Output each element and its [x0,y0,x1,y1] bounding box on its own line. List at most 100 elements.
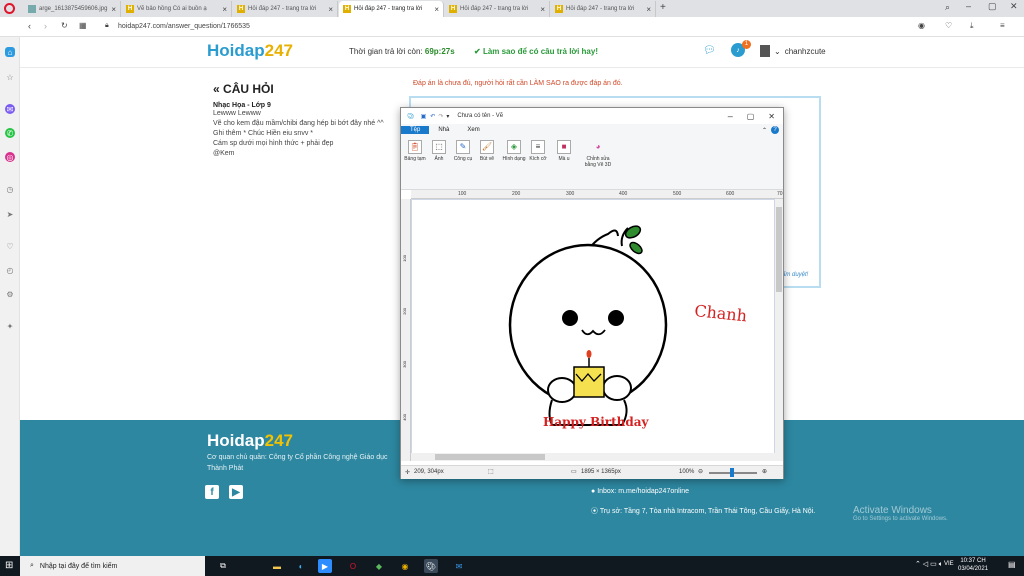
tab-home[interactable]: Nhà [429,126,458,134]
close-icon[interactable]: × [222,5,227,14]
opera-sidebar: ⌂ ☆ ✉ ✆ ◎ ◷ ➤ ♡ ◴ ⚙ ✦ [0,37,20,556]
zoom-out-icon[interactable]: ⊖ [698,468,703,475]
app-green-icon[interactable]: ◆ [372,559,386,573]
minimize-icon[interactable]: – [728,111,733,121]
youtube-icon[interactable]: ▶ [229,485,243,499]
heart-icon[interactable]: ♡ [945,21,952,30]
ruler-tick: 300 [566,191,575,197]
zoom-app-icon[interactable]: ▶ [318,559,332,573]
browser-tab[interactable]: H Hỏi đáp 247 - trang tra lời × [233,1,338,17]
reload-icon[interactable]: ↻ [61,21,68,30]
notification-center-icon[interactable]: ▤ [1008,560,1016,569]
messenger-icon[interactable]: ✉ [5,104,15,114]
task-view-icon[interactable]: ⧉ [216,559,230,573]
browser-tab-active[interactable]: H Hỏi đáp 247 - trang tra lời × [339,1,444,17]
file-explorer-icon[interactable]: ▬ [270,559,284,573]
footer-inbox[interactable]: ● Inbox: m.me/hoidap247online [591,488,689,495]
camera-icon[interactable]: ◉ [918,21,925,30]
instagram-icon[interactable]: ◎ [5,152,15,162]
howto-link[interactable]: ✔ Làm sao để có câu trả lời hay! [474,47,598,56]
double-chevron-left-icon[interactable]: « [213,82,220,96]
browser-tab[interactable]: arge_1613875459606.jpg × [24,1,121,17]
settings-icon[interactable]: ⚙ [5,289,15,299]
chrome-icon[interactable]: ◉ [398,559,412,573]
tab-title: Hỏi đáp 247 - trang tra lời [460,6,529,12]
site-logo[interactable]: Hoidap247 [207,41,293,61]
minimize-icon[interactable]: – [966,1,971,11]
tab-title: Vẽ bảo hồng Có ai buồn ạ [137,6,207,12]
url-field[interactable]: hoidap247.com/answer_question/1766535 [118,23,250,30]
language-indicator[interactable]: VIE [944,561,954,567]
horizontal-scrollbar[interactable] [411,453,775,461]
windows-start-icon[interactable]: ⊞ [5,560,17,572]
ruler-tick: 200 [512,191,521,197]
answer-timer: Thời gian trả lời còn: 69p:27s [349,47,455,56]
cursor-position: 209, 304px [414,469,444,475]
browser-tab[interactable]: H Hỏi đáp 247 - trang tra lời × [445,1,550,17]
close-icon[interactable]: × [328,5,333,14]
brush-button[interactable]: 🖌︎ Bút vẽ [475,140,499,162]
footer-logo[interactable]: Hoidap247 [207,431,293,451]
opera-icon[interactable]: O [346,559,360,573]
clipboard-button[interactable]: 📋︎ Bảng tạm [403,140,427,162]
tools-button[interactable]: ✎ Công cụ [451,140,475,162]
close-icon[interactable]: ✕ [1010,1,1018,12]
tab-title: Hỏi đáp 247 - trang tra lời [354,6,423,12]
speed-dial-icon[interactable]: ▦ [79,21,87,30]
user-menu[interactable]: ⌄ chanhzcute [760,45,826,57]
paint-taskbar-icon[interactable]: 🎨︎ [424,559,438,573]
zoom-in-icon[interactable]: ⊕ [762,468,767,475]
bulb-icon[interactable]: ✦ [5,321,15,331]
whatsapp-icon[interactable]: ✆ [5,128,15,138]
close-icon[interactable]: × [111,5,116,14]
scroll-thumb[interactable] [776,207,782,292]
player-icon[interactable]: ◷ [5,184,15,194]
close-icon[interactable]: × [540,5,545,14]
close-icon[interactable]: × [434,5,439,14]
facebook-icon[interactable]: f [205,485,219,499]
ribbon-label: Ảnh [434,156,444,162]
undo-icon[interactable]: ↶ [430,113,435,120]
quick-access-dropdown-icon[interactable]: ▾ [446,113,449,120]
collapse-ribbon-icon[interactable]: ⌃ [762,127,767,134]
drawing-canvas[interactable]: Happy Birthday Chanh [412,200,774,453]
messenger-app-icon[interactable]: ✉ [452,559,466,573]
scroll-thumb[interactable] [435,454,545,460]
zoom-slider-thumb[interactable] [730,468,734,477]
size-button[interactable]: ≡ Kích cỡ [526,140,550,162]
tab-file[interactable]: Tệp [401,126,430,134]
taskbar-search[interactable]: ⌕ Nhập tại đây để tìm kiếm [20,556,205,576]
help-icon[interactable]: ? [771,126,779,134]
shapes-button[interactable]: ◈ Hình dạng [502,140,526,162]
maximize-icon[interactable]: ▢ [988,1,997,12]
paint3d-button[interactable]: ◕ Chỉnh sửa bằng Vẽ 3D [581,140,615,169]
browser-tab[interactable]: H Vẽ bảo hồng Có ai buồn ạ × [122,1,232,17]
chibi-drawing: Happy Birthday Chanh [508,225,748,429]
new-tab-plus-icon[interactable]: + [660,2,666,13]
star-icon[interactable]: ☆ [5,72,15,82]
edge-icon[interactable]: ◐ [294,559,308,573]
maximize-icon[interactable]: ▢ [747,112,755,121]
save-icon[interactable]: ▣ [421,113,427,120]
heart-icon[interactable]: ♡ [5,241,15,251]
browser-tab[interactable]: H Hỏi đáp 247 - trang tra lời × [551,1,656,17]
history-icon[interactable]: ◴ [5,265,15,275]
chat-icon[interactable]: 💬︎ [703,45,716,56]
search-icon[interactable]: ⌕ [945,2,950,13]
download-icon[interactable]: ⤓ [970,21,974,31]
tray-icons[interactable]: ⌃ ◁ ▭ 🔈︎ [915,560,943,569]
back-icon[interactable]: ‹ [28,21,31,31]
close-icon[interactable]: ✕ [768,112,775,121]
send-icon[interactable]: ➤ [5,209,15,219]
menu-icon[interactable]: ≡ [1000,21,1005,30]
colors-button[interactable]: ■ Mà u [552,140,576,162]
opera-logo-icon[interactable] [4,3,15,14]
tab-view[interactable]: Xem [458,126,488,134]
close-icon[interactable]: × [646,5,651,14]
vertical-scrollbar[interactable] [775,199,783,461]
home-icon[interactable]: ⌂ [5,47,15,57]
image-button[interactable]: ⬚ Ảnh [427,140,451,162]
forward-icon[interactable]: › [44,21,47,31]
redo-icon[interactable]: ↷ [438,113,443,120]
taskbar-clock[interactable]: 10:37 CH 03/04/2021 [958,557,988,573]
